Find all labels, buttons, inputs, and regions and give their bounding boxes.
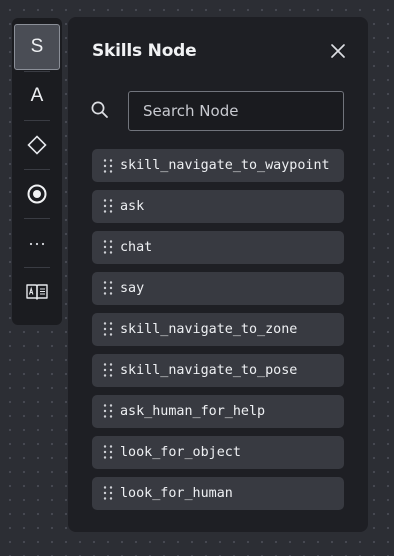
drag-handle-icon [103,322,113,336]
node-label: look_for_human [120,485,233,501]
node-label: look_for_object [120,444,241,460]
node-label: skill_navigate_to_pose [120,362,298,378]
skills-letter-icon: S [30,36,44,57]
close-icon [331,44,345,58]
node-label: skill_navigate_to_waypoint [120,158,330,173]
toolbar-divider [24,71,50,72]
toolbar-divider [24,120,50,121]
drag-handle-icon [103,199,113,214]
tool-condition-button[interactable] [14,122,60,168]
diamond-icon [27,135,47,155]
tool-docs-button[interactable] [14,269,60,315]
book-icon [26,284,48,300]
node-list: skill_navigate_to_waypoint ask chat say … [92,149,344,517]
node-label: say [120,280,145,296]
node-item-look-for-object[interactable]: look_for_object [92,435,344,469]
drag-handle-icon [103,158,113,173]
toolbar-divider [24,218,50,219]
node-label: ask [120,198,145,214]
drag-handle-icon [103,240,113,255]
skills-node-panel: Skills Node skill_navigate_to_waypoint a… [68,17,368,532]
node-item-chat[interactable]: chat [92,230,344,264]
node-item-ask-human-for-help[interactable]: ask_human_for_help [92,394,344,428]
node-toolbar: S A [12,18,62,325]
node-item-look-for-human[interactable]: look_for_human [92,476,344,510]
panel-header: Skills Node [92,39,348,63]
tool-skills-button[interactable]: S [14,24,60,70]
radio-dot-icon [27,184,47,204]
search-icon [91,101,108,118]
search-row [90,91,344,131]
drag-handle-icon [103,404,113,418]
tool-actions-button[interactable]: A [14,73,60,119]
ellipsis-icon [29,242,45,246]
node-item-ask[interactable]: ask [92,189,344,223]
drag-handle-icon [103,486,113,500]
tool-more-button[interactable] [14,220,60,266]
node-item-say[interactable]: say [92,271,344,305]
search-input[interactable] [128,91,344,131]
drag-handle-icon [103,281,113,296]
drag-handle-icon [103,363,113,377]
actions-letter-icon: A [30,85,44,106]
toolbar-divider [24,267,50,268]
node-label: ask_human_for_help [120,403,266,419]
toolbar-divider [24,169,50,170]
drag-handle-icon [103,445,113,459]
node-item-skill-navigate-to-waypoint[interactable]: skill_navigate_to_waypoint [92,149,344,182]
node-item-skill-navigate-to-zone[interactable]: skill_navigate_to_zone [92,312,344,346]
node-label: chat [120,239,153,255]
node-item-skill-navigate-to-pose[interactable]: skill_navigate_to_pose [92,353,344,387]
panel-title: Skills Node [92,41,197,61]
node-label: skill_navigate_to_zone [120,321,298,337]
tool-state-button[interactable] [14,171,60,217]
close-button[interactable] [328,41,348,61]
